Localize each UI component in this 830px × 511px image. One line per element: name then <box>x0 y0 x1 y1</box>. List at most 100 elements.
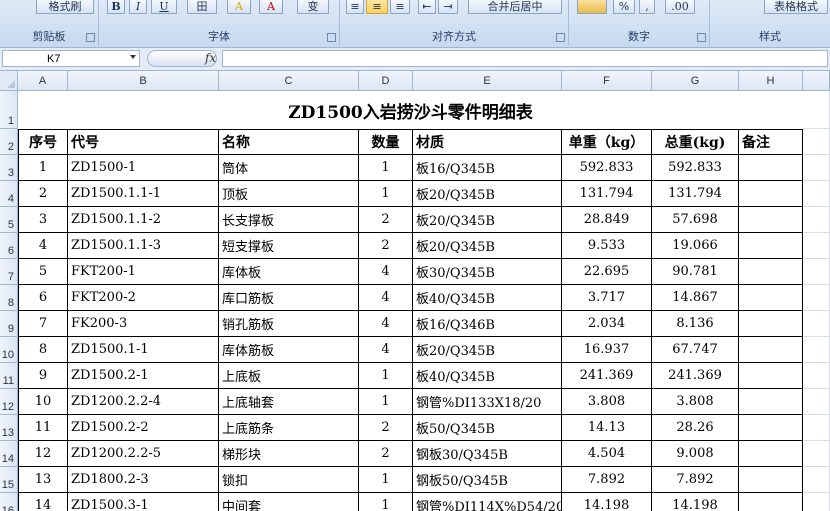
data-cell[interactable]: 1 <box>359 467 413 493</box>
data-cell[interactable]: 5 <box>18 259 68 285</box>
data-cell[interactable]: 8.136 <box>652 311 739 337</box>
header-cell[interactable]: 总重(kg) <box>652 129 739 155</box>
column-header-b[interactable]: B <box>68 71 219 91</box>
data-cell[interactable]: 2 <box>359 441 413 467</box>
data-cell[interactable]: 销孔筋板 <box>219 311 359 337</box>
data-cell[interactable]: 板40/Q345B <box>413 363 562 389</box>
data-cell[interactable]: 131.794 <box>562 181 652 207</box>
row-header-4[interactable]: 4 <box>0 181 18 207</box>
data-cell[interactable]: 板20/Q345B <box>413 233 562 259</box>
row-header-5[interactable]: 5 <box>0 207 18 233</box>
clipboard-launcher-icon[interactable] <box>86 33 95 42</box>
formula-input[interactable] <box>222 50 828 67</box>
data-cell[interactable]: 库口筋板 <box>219 285 359 311</box>
data-cell[interactable]: 3.808 <box>652 389 739 415</box>
header-cell[interactable]: 数量 <box>359 129 413 155</box>
phonetic-button[interactable]: 变 <box>297 0 329 14</box>
row-header-15[interactable]: 15 <box>0 467 18 493</box>
decrease-indent-button[interactable]: ⇤ <box>418 0 436 14</box>
data-cell[interactable]: 2 <box>359 415 413 441</box>
currency-icon[interactable] <box>577 0 607 14</box>
fx-icon[interactable]: fx <box>205 51 216 65</box>
data-cell[interactable]: 9.008 <box>652 441 739 467</box>
increase-indent-button[interactable]: ⇥ <box>438 0 458 14</box>
data-cell[interactable]: ZD1500.1.1-3 <box>68 233 219 259</box>
data-cell[interactable]: 2 <box>359 233 413 259</box>
data-cell[interactable]: 14.198 <box>652 493 739 511</box>
row-header-9[interactable]: 9 <box>0 311 18 337</box>
data-cell[interactable]: 板20/Q345B <box>413 181 562 207</box>
data-cell[interactable]: 筒体 <box>219 155 359 181</box>
data-cell[interactable]: 592.833 <box>652 155 739 181</box>
row-header-1[interactable]: 1 <box>0 91 18 129</box>
data-cell[interactable]: 2 <box>359 207 413 233</box>
data-cell[interactable]: 库体筋板 <box>219 337 359 363</box>
align-right-button[interactable]: ≡ <box>390 0 410 14</box>
comma-button[interactable]: , <box>639 0 655 14</box>
data-cell[interactable] <box>739 181 803 207</box>
align-center-button[interactable]: ≡ <box>366 0 388 14</box>
data-cell[interactable]: ZD1200.2.2-5 <box>68 441 219 467</box>
data-cell[interactable]: 钢管%DI114X%D54/20 <box>413 493 562 511</box>
data-cell[interactable]: 241.369 <box>562 363 652 389</box>
data-cell[interactable]: 4 <box>359 311 413 337</box>
data-cell[interactable]: 90.781 <box>652 259 739 285</box>
data-cell[interactable] <box>739 233 803 259</box>
data-cell[interactable]: 板30/Q345B <box>413 259 562 285</box>
data-cell[interactable]: 22.695 <box>562 259 652 285</box>
data-cell[interactable]: 板40/Q345B <box>413 285 562 311</box>
name-box[interactable]: K7 <box>2 50 140 67</box>
data-cell[interactable]: FKT200-2 <box>68 285 219 311</box>
decimal-button[interactable]: .00 <box>665 0 695 14</box>
column-header-f[interactable]: F <box>562 71 652 91</box>
format-painter-button[interactable]: 格式刷 <box>36 0 94 14</box>
font-launcher-icon[interactable] <box>327 33 336 42</box>
data-cell[interactable]: 12 <box>18 441 68 467</box>
data-cell[interactable]: 19.066 <box>652 233 739 259</box>
data-cell[interactable]: ZD1500.2-1 <box>68 363 219 389</box>
row-header-11[interactable]: 11 <box>0 363 18 389</box>
data-cell[interactable]: 钢板50/Q345B <box>413 467 562 493</box>
data-cell[interactable]: 上底轴套 <box>219 389 359 415</box>
data-cell[interactable] <box>739 311 803 337</box>
row-header-12[interactable]: 12 <box>0 389 18 415</box>
data-cell[interactable]: 10 <box>18 389 68 415</box>
data-cell[interactable]: 板16/Q346B <box>413 311 562 337</box>
data-cell[interactable]: 中间套 <box>219 493 359 511</box>
header-cell[interactable]: 单重（kg） <box>562 129 652 155</box>
border-button[interactable]: 田 <box>187 0 217 14</box>
column-header-d[interactable]: D <box>359 71 413 91</box>
data-cell[interactable]: 4 <box>359 259 413 285</box>
data-cell[interactable]: ZD1500.1.1-2 <box>68 207 219 233</box>
data-cell[interactable]: 8 <box>18 337 68 363</box>
data-cell[interactable]: 梯形块 <box>219 441 359 467</box>
data-cell[interactable] <box>739 389 803 415</box>
data-cell[interactable]: 16.937 <box>562 337 652 363</box>
row-header-13[interactable]: 13 <box>0 415 18 441</box>
data-cell[interactable]: 钢管%DI133X18/20 <box>413 389 562 415</box>
data-cell[interactable]: 2 <box>18 181 68 207</box>
data-cell[interactable]: 67.747 <box>652 337 739 363</box>
column-header-g[interactable]: G <box>652 71 739 91</box>
data-cell[interactable]: 9.533 <box>562 233 652 259</box>
data-cell[interactable]: 板20/Q345B <box>413 337 562 363</box>
data-cell[interactable]: 131.794 <box>652 181 739 207</box>
data-cell[interactable]: 钢板30/Q345B <box>413 441 562 467</box>
data-cell[interactable]: 板16/Q345B <box>413 155 562 181</box>
merge-center-button[interactable]: 合并后居中 <box>468 0 562 14</box>
number-launcher-icon[interactable] <box>697 33 706 42</box>
data-cell[interactable]: 3.717 <box>562 285 652 311</box>
data-cell[interactable]: 板50/Q345B <box>413 415 562 441</box>
data-cell[interactable]: 1 <box>359 389 413 415</box>
data-cell[interactable]: 14.198 <box>562 493 652 511</box>
data-cell[interactable]: 库体板 <box>219 259 359 285</box>
percent-button[interactable]: % <box>613 0 635 14</box>
align-left-button[interactable]: ≡ <box>346 0 364 14</box>
data-cell[interactable]: ZD1500.2-2 <box>68 415 219 441</box>
row-header-8[interactable]: 8 <box>0 285 18 311</box>
data-cell[interactable]: 短支撑板 <box>219 233 359 259</box>
data-cell[interactable]: 1 <box>359 181 413 207</box>
column-header-h[interactable]: H <box>739 71 803 91</box>
header-cell[interactable]: 备注 <box>739 129 803 155</box>
header-cell[interactable]: 代号 <box>68 129 219 155</box>
